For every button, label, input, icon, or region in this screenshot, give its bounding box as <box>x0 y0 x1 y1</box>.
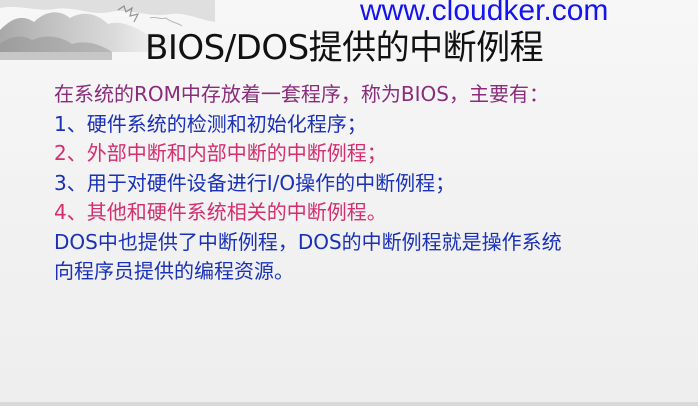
list-item-2: 2、外部中断和内部中断的中断例程； <box>54 141 387 165</box>
bottom-bar <box>0 402 698 406</box>
list-item-1: 1、硬件系统的检测和初始化程序； <box>54 111 367 136</box>
slide: www.cloudker.com BIOS/DOS提供的中断例程 在系统的ROM… <box>0 0 698 406</box>
dos-paragraph-line-1: DOS中也提供了中断例程，DOS的中断例程就是操作系统 <box>54 229 562 254</box>
slide-body: 在系统的ROM中存放着一套程序，称为BIOS，主要有： 1、硬件系统的检测和初始… <box>54 80 562 287</box>
dos-paragraph-line-2: 向程序员提供的编程资源。 <box>54 259 294 283</box>
list-item-4: 4、其他和硬件系统相关的中断例程。 <box>54 200 387 224</box>
watermark-url: www.cloudker.com <box>360 0 609 27</box>
list-item-3: 3、用于对硬件设备进行I/O操作的中断例程； <box>54 170 456 195</box>
slide-title: BIOS/DOS提供的中断例程 <box>145 28 544 68</box>
intro-line: 在系统的ROM中存放着一套程序，称为BIOS，主要有： <box>54 82 549 106</box>
